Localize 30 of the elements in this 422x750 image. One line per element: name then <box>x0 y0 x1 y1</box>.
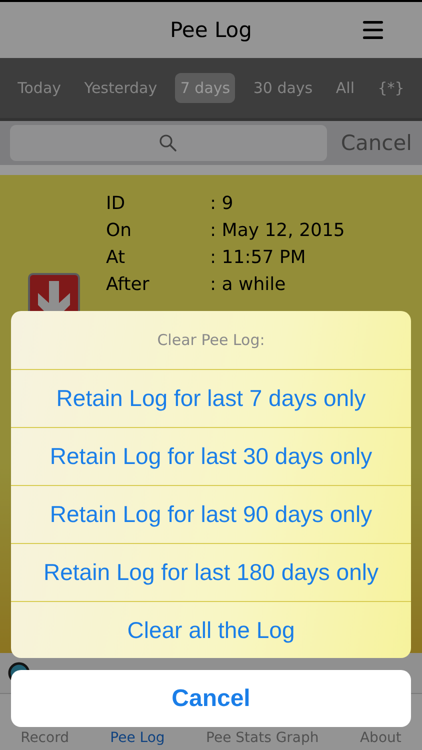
cancel-button[interactable]: Cancel <box>11 670 411 727</box>
action-sheet-option[interactable]: Retain Log for last 30 days only <box>11 428 411 486</box>
action-sheet-option[interactable]: Clear all the Log <box>11 602 411 658</box>
field-label: After <box>106 274 150 296</box>
field-value: : 9 <box>210 193 234 215</box>
action-sheet-option[interactable]: Retain Log for last 180 days only <box>11 544 411 602</box>
filter-tab[interactable]: 7 days <box>175 73 236 103</box>
filter-tab[interactable]: {*} <box>372 73 410 103</box>
tab-bar-item[interactable]: Pee Stats Graph <box>206 730 319 746</box>
field-value: : 11:57 PM <box>210 247 307 269</box>
search-cancel-button[interactable]: Cancel <box>340 131 412 155</box>
tab-bar-item[interactable]: Pee Log <box>110 730 165 746</box>
search-icon <box>159 134 178 152</box>
filter-tab[interactable]: All <box>330 73 360 103</box>
action-sheet-option[interactable]: Retain Log for last 90 days only <box>11 486 411 544</box>
field-label: ID <box>106 193 126 215</box>
field-label: On <box>106 220 133 242</box>
filter-tab[interactable]: 30 days <box>248 73 318 103</box>
action-sheet-title: Clear Pee Log: <box>11 311 411 370</box>
field-value: : a while <box>210 274 287 296</box>
filter-tab[interactable]: Today <box>12 73 66 103</box>
filter-tab[interactable]: Yesterday <box>79 73 162 103</box>
action-sheet-option[interactable]: Retain Log for last 7 days only <box>11 370 411 428</box>
search-field[interactable] <box>10 125 327 161</box>
tab-bar-item[interactable]: About <box>360 730 402 746</box>
tab-bar-item[interactable]: Record <box>20 730 69 746</box>
nav-title: Pee Log <box>170 18 252 42</box>
menu-icon[interactable] <box>362 20 384 40</box>
field-label: At <box>106 247 126 269</box>
field-value: : May 12, 2015 <box>210 220 345 242</box>
